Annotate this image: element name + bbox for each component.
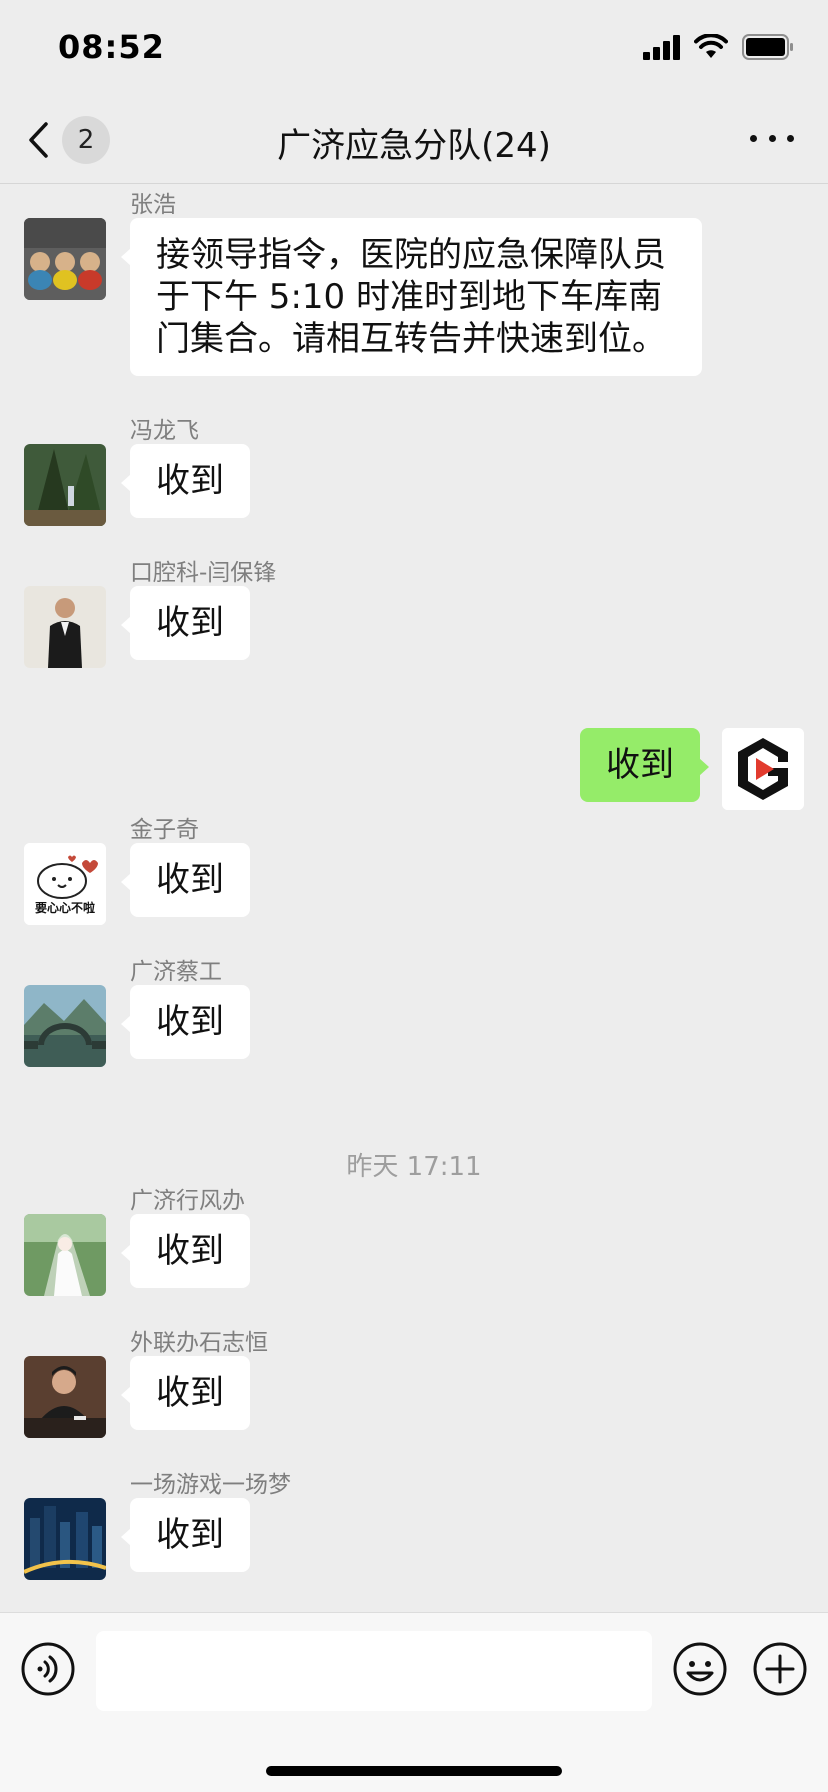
wifi-icon [694,34,728,60]
message-bubble[interactable]: 收到 [121,444,250,518]
plus-icon [753,1642,807,1696]
sender-name: 金子奇 [130,817,199,843]
nav-bar: 2 广济应急分队(24) [0,96,828,184]
input-bar [0,1612,828,1792]
g-logo-avatar[interactable] [722,728,804,810]
message-bubble-self[interactable]: 收到 [580,728,709,802]
status-bar: 08:52 [0,0,828,96]
stone-bridge-avatar[interactable] [24,985,106,1067]
more-actions-button[interactable] [752,1641,808,1697]
sender-name: 外联办石志恒 [130,1330,268,1356]
timestamp-divider: 昨天 17:11 [346,1152,482,1182]
emoji-button[interactable] [672,1641,728,1697]
teddy-bears-avatar[interactable] [24,218,106,300]
man-at-table-avatar[interactable] [24,1356,106,1438]
status-time: 08:52 [58,28,165,66]
night-city-avatar[interactable] [24,1498,106,1580]
chat-title: 广济应急分队(24) [277,126,551,166]
sender-name: 广济行风办 [130,1188,245,1214]
cellular-signal-icon [643,34,680,60]
more-dot-icon [787,134,794,142]
sender-name: 广济蔡工 [130,959,222,985]
sender-name: 一场游戏一场梦 [130,1472,291,1498]
voice-input-button[interactable] [20,1641,76,1697]
status-icons [643,34,794,60]
man-in-suit-avatar[interactable] [24,586,106,668]
message-bubble[interactable]: 收到 [121,1356,250,1430]
message-bubble[interactable]: 收到 [121,843,250,917]
sender-name: 冯龙飞 [130,418,199,444]
forest-hiker-avatar[interactable] [24,444,106,526]
message-bubble[interactable]: 收到 [121,985,250,1059]
voice-icon [21,1642,75,1696]
sender-name: 张浩 [130,192,176,218]
home-indicator [266,1766,562,1776]
sender-name: 口腔科-闫保锋 [130,560,277,586]
message-input[interactable] [96,1631,652,1711]
message-bubble[interactable]: 接领导指令，医院的应急保障队员于下午 5:10 时准时到地下车库南门集合。请相互… [121,218,702,376]
more-dot-icon [750,134,757,142]
message-bubble[interactable]: 收到 [121,586,250,660]
more-dot-icon [768,134,776,142]
more-options-button[interactable] [750,126,794,150]
smiley-icon [673,1642,727,1696]
cartoon-bun-avatar[interactable]: 要心心不啦 [24,843,106,925]
message-bubble[interactable]: 收到 [121,1214,250,1288]
chat-message-list[interactable]: 张浩 接领导指令，医院的应急保障队员于下午 5:10 时准时到地下车库南门集合。… [0,185,828,1610]
battery-icon [742,34,794,60]
bride-avatar[interactable] [24,1214,106,1296]
message-bubble[interactable]: 收到 [121,1498,250,1572]
avatar-caption: 要心心不啦 [34,901,95,915]
